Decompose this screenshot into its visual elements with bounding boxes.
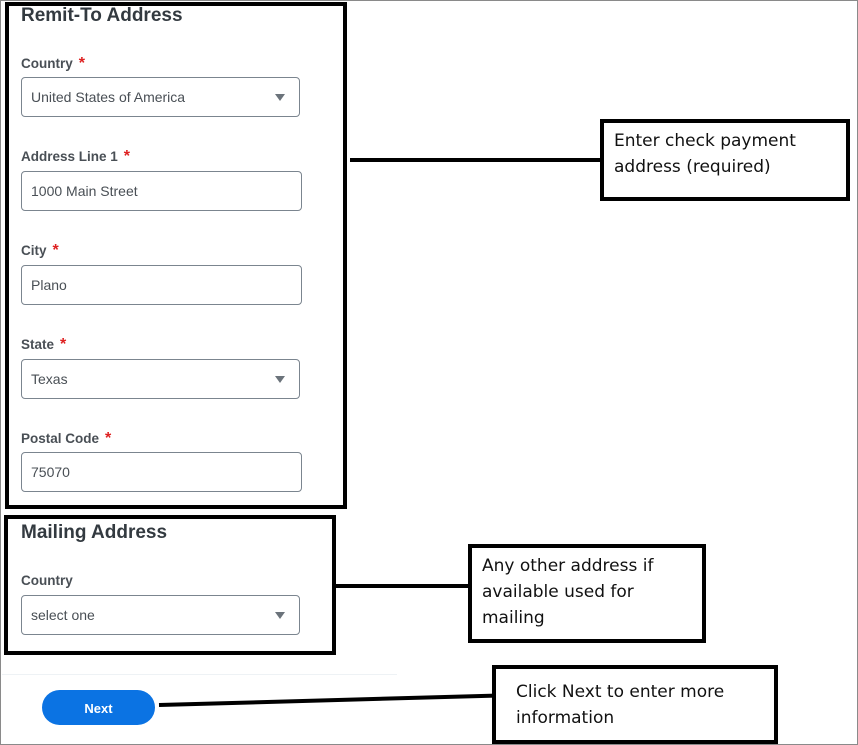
required-asterisk: * bbox=[123, 148, 131, 165]
chevron-down-icon bbox=[275, 94, 285, 101]
required-asterisk: * bbox=[60, 336, 67, 353]
postal-code-label: Postal Code * bbox=[21, 430, 112, 447]
next-button[interactable]: Next bbox=[42, 690, 155, 725]
callout-connector bbox=[350, 158, 602, 162]
chevron-down-icon bbox=[275, 376, 285, 383]
required-asterisk: * bbox=[52, 242, 59, 259]
required-asterisk: * bbox=[78, 55, 85, 72]
callout-next: Click Next to enter more information bbox=[492, 665, 778, 744]
remit-to-title: Remit-To Address bbox=[21, 5, 183, 26]
required-asterisk: * bbox=[105, 430, 112, 447]
city-label: City * bbox=[21, 242, 59, 259]
city-input[interactable]: Plano bbox=[21, 265, 302, 305]
mailing-country-label: Country bbox=[21, 573, 73, 588]
divider bbox=[2, 674, 397, 675]
callout-connector bbox=[336, 584, 472, 588]
mailing-title: Mailing Address bbox=[21, 522, 168, 543]
postal-code-input[interactable]: 75070 bbox=[21, 452, 302, 492]
callout-remit: Enter check payment address (required) bbox=[600, 119, 850, 201]
chevron-down-icon bbox=[275, 612, 285, 619]
country-select[interactable]: United States of America bbox=[21, 77, 300, 117]
callout-mailing: Any other address if available used for … bbox=[468, 544, 706, 643]
state-select[interactable]: Texas bbox=[21, 359, 300, 399]
country-label: Country * bbox=[21, 55, 85, 72]
address-line-1-input[interactable]: 1000 Main Street bbox=[21, 171, 302, 211]
address-line-1-label: Address Line 1 * bbox=[21, 148, 131, 165]
state-label: State * bbox=[21, 336, 67, 353]
mailing-country-select[interactable]: select one bbox=[21, 595, 300, 635]
